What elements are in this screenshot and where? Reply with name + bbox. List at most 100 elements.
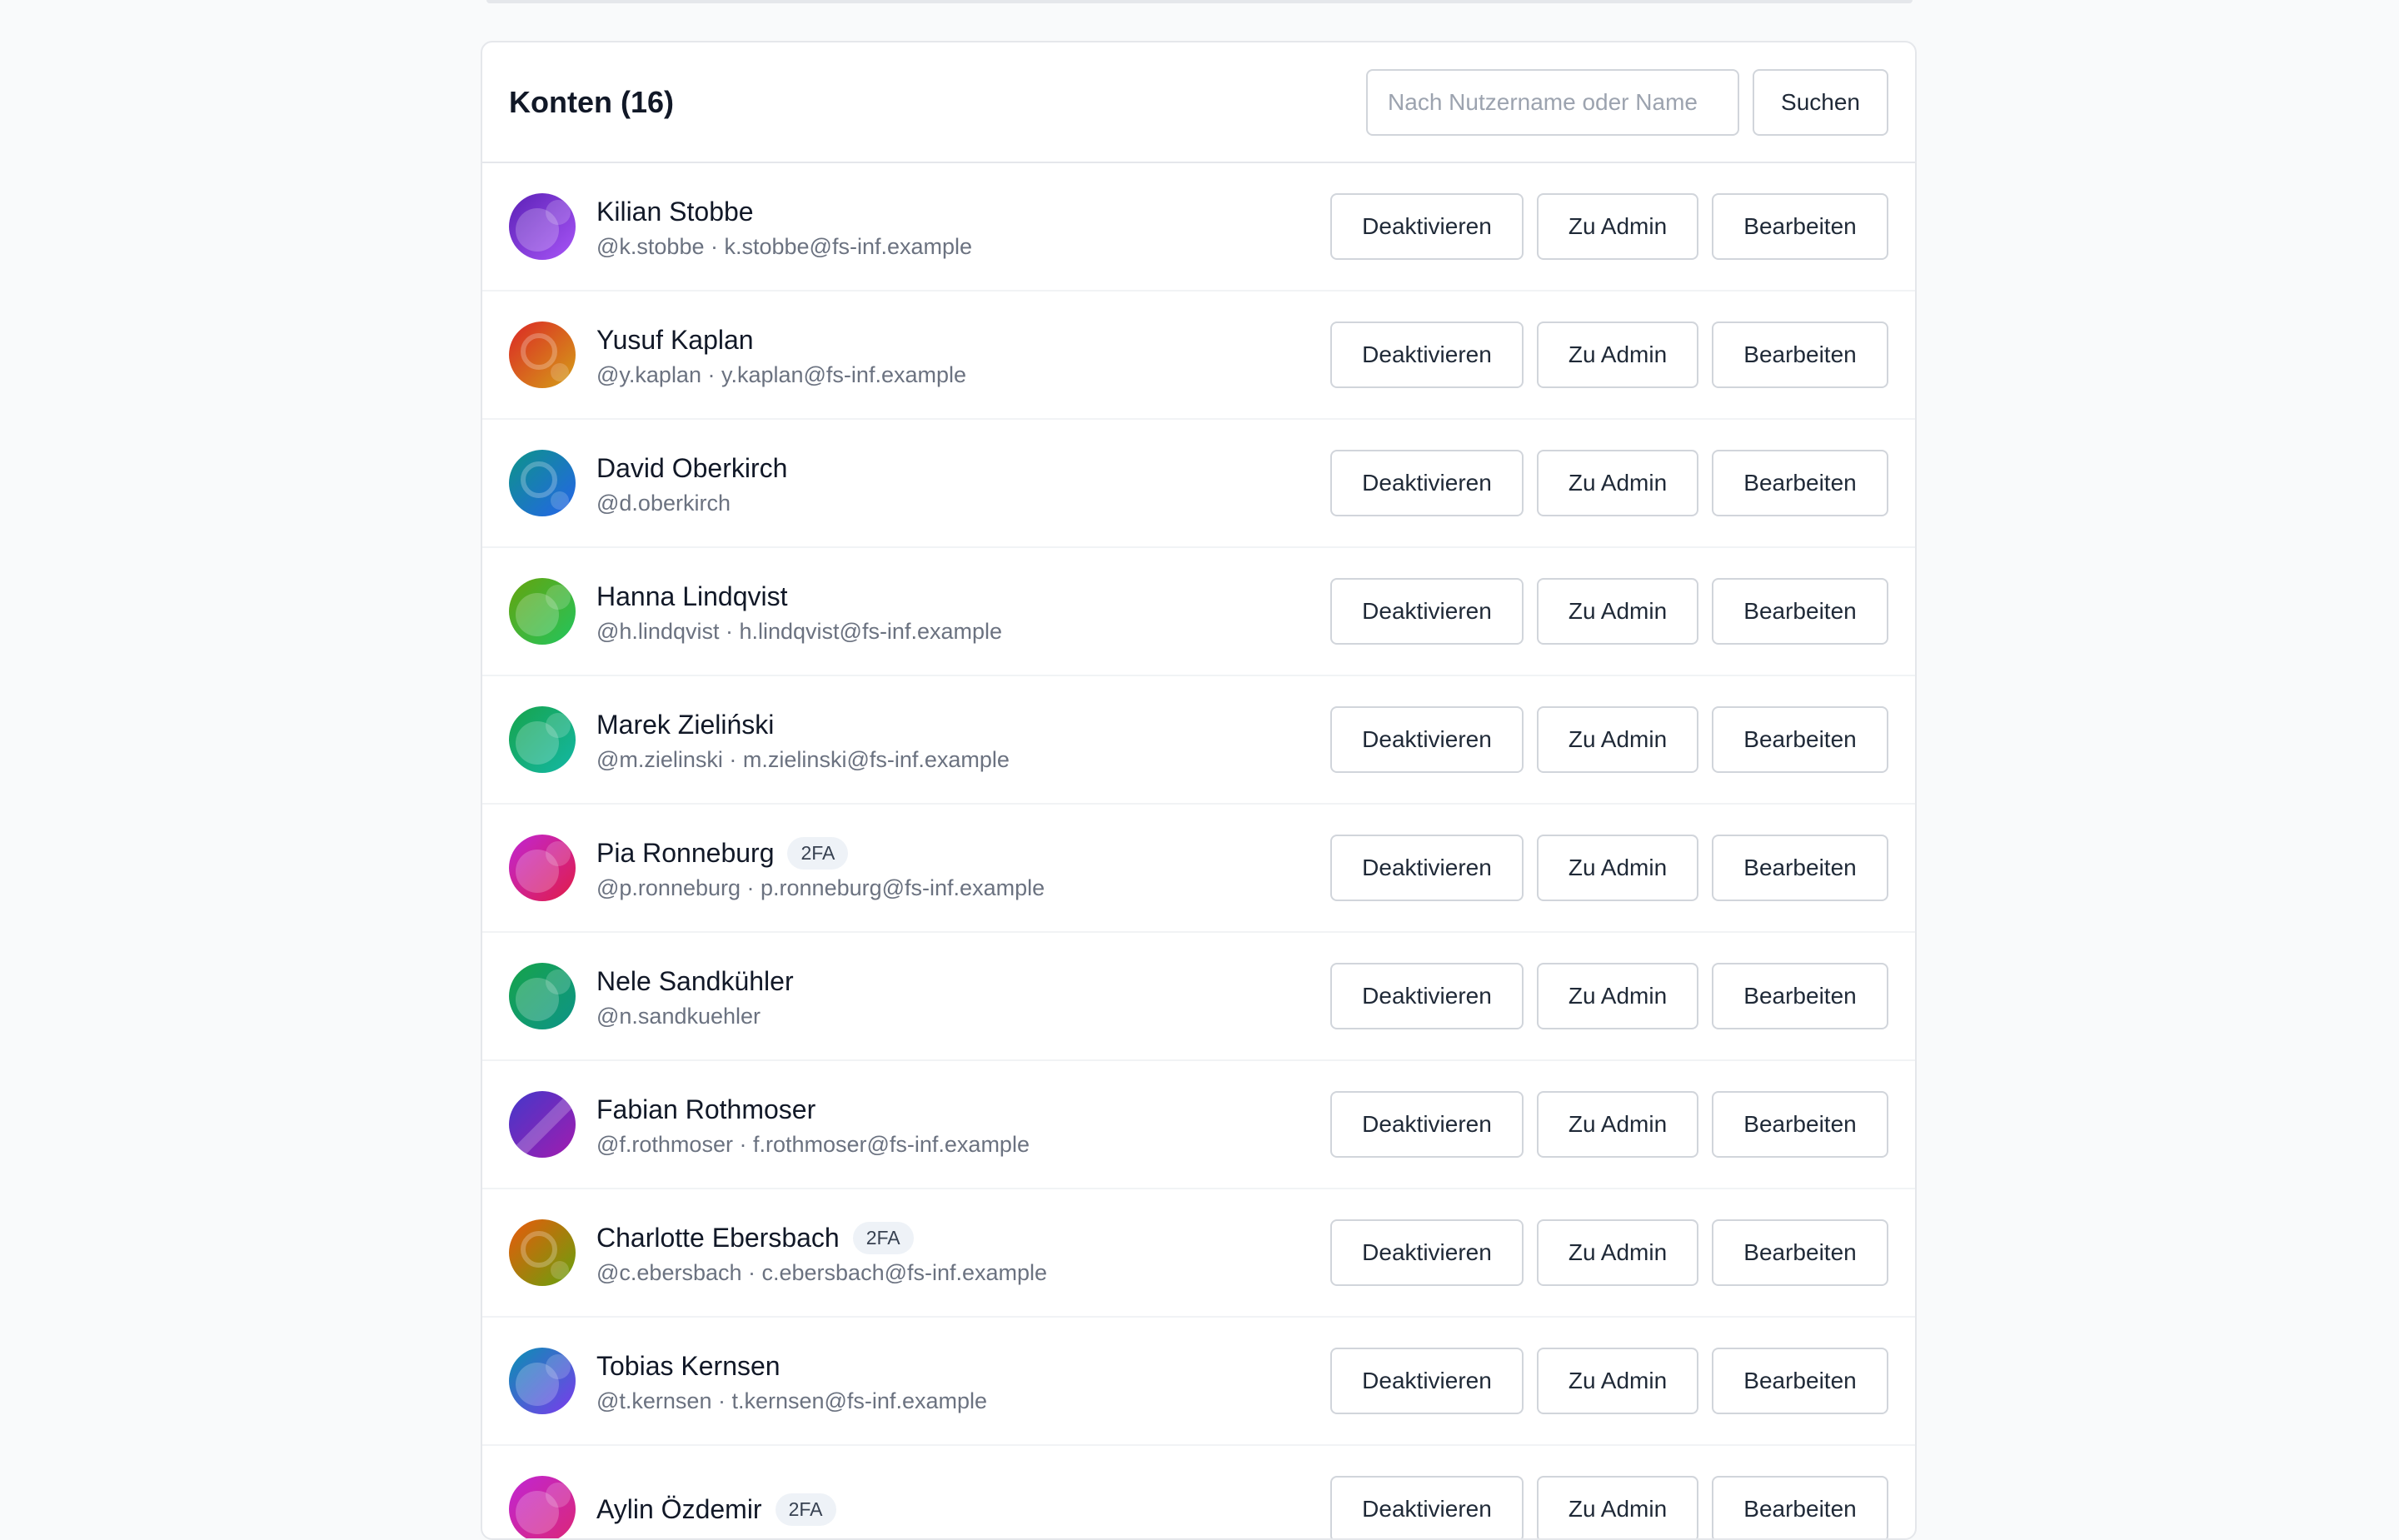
account-name: Tobias Kernsen: [596, 1351, 781, 1381]
deactivate-button[interactable]: Deaktivieren: [1330, 706, 1524, 773]
account-row: Fabian Rothmoser @f.rothmoser · f.rothmos…: [482, 1061, 1915, 1189]
make-admin-button[interactable]: Zu Admin: [1537, 706, 1698, 773]
panel-header: Konten (16) Suchen: [482, 42, 1915, 163]
edit-button[interactable]: Bearbeiten: [1712, 963, 1888, 1029]
account-name: David Oberkirch: [596, 453, 788, 483]
search-input[interactable]: [1366, 68, 1740, 136]
deactivate-button[interactable]: Deaktivieren: [1330, 963, 1524, 1029]
make-admin-button[interactable]: Zu Admin: [1537, 1476, 1698, 1538]
avatar: [509, 706, 576, 773]
account-row: Aylin Özdemir 2FA Deaktivieren Zu Admin Bear…: [482, 1446, 1915, 1538]
row-actions: Deaktivieren Zu Admin Bearbeiten: [1330, 1219, 1888, 1286]
avatar: [509, 1091, 576, 1158]
deactivate-button[interactable]: Deaktivieren: [1330, 1348, 1524, 1414]
make-admin-button[interactable]: Zu Admin: [1537, 963, 1698, 1029]
account-name: Marek Zieliński: [596, 710, 775, 740]
account-handle-email: @h.lindqvist · h.lindqvist@fs-inf.exampl…: [596, 618, 1003, 644]
make-admin-button[interactable]: Zu Admin: [1537, 1348, 1698, 1414]
make-admin-button[interactable]: Zu Admin: [1537, 835, 1698, 901]
account-name: Hanna Lindqvist: [596, 581, 788, 611]
name-line: Aylin Özdemir 2FA: [596, 1491, 1330, 1528]
account-handle-email: @t.kernsen · t.kernsen@fs-inf.example: [596, 1388, 987, 1413]
name-line: Kilian Stobbe: [596, 194, 1330, 231]
row-actions: Deaktivieren Zu Admin Bearbeiten: [1330, 963, 1888, 1029]
edit-button[interactable]: Bearbeiten: [1712, 1476, 1888, 1538]
name-line: Fabian Rothmoser: [596, 1092, 1330, 1129]
name-line: Hanna Lindqvist: [596, 579, 1330, 616]
avatar: [509, 450, 576, 516]
make-admin-button[interactable]: Zu Admin: [1537, 578, 1698, 645]
deactivate-button[interactable]: Deaktivieren: [1330, 1476, 1524, 1538]
deactivate-button[interactable]: Deaktivieren: [1330, 450, 1524, 516]
twofa-badge: 2FA: [852, 1222, 914, 1254]
account-name: Fabian Rothmoser: [596, 1094, 816, 1124]
account-info: Nele Sandkühler @n.sandkuehler: [596, 964, 1330, 1029]
account-row: Kilian Stobbe @k.stobbe · k.stobbe@fs-inf…: [482, 163, 1915, 292]
account-info: Aylin Özdemir 2FA: [596, 1491, 1330, 1528]
edit-button[interactable]: Bearbeiten: [1712, 321, 1888, 388]
account-row: David Oberkirch @d.oberkirch Deaktivieren Z…: [482, 420, 1915, 548]
account-row: Hanna Lindqvist @h.lindqvist · h.lindqvis…: [482, 548, 1915, 676]
top-divider: [486, 0, 1913, 3]
avatar: [509, 321, 576, 388]
search-button[interactable]: Suchen: [1753, 68, 1888, 136]
account-handle-email: @y.kaplan · y.kaplan@fs-inf.example: [596, 361, 966, 387]
page-title: Konten (16): [509, 84, 674, 119]
avatar: [509, 1476, 576, 1538]
deactivate-button[interactable]: Deaktivieren: [1330, 578, 1524, 645]
account-row: Nele Sandkühler @n.sandkuehler Deaktiviere…: [482, 933, 1915, 1061]
avatar: [509, 578, 576, 645]
account-list: Kilian Stobbe @k.stobbe · k.stobbe@fs-inf…: [482, 163, 1915, 1538]
account-info: Kilian Stobbe @k.stobbe · k.stobbe@fs-inf…: [596, 194, 1330, 260]
edit-button[interactable]: Bearbeiten: [1712, 1219, 1888, 1286]
row-actions: Deaktivieren Zu Admin Bearbeiten: [1330, 321, 1888, 388]
account-name: Aylin Özdemir: [596, 1493, 762, 1524]
account-handle-email: @c.ebersbach · c.ebersbach@fs-inf.exampl…: [596, 1259, 1048, 1285]
account-info: Fabian Rothmoser @f.rothmoser · f.rothmos…: [596, 1092, 1330, 1158]
make-admin-button[interactable]: Zu Admin: [1537, 450, 1698, 516]
account-row: Tobias Kernsen @t.kernsen · t.kernsen@fs-…: [482, 1318, 1915, 1446]
account-info: Tobias Kernsen @t.kernsen · t.kernsen@fs-…: [596, 1348, 1330, 1414]
account-info: Marek Zieliński @m.zielinski · m.zielinsk…: [596, 707, 1330, 773]
name-line: Tobias Kernsen: [596, 1348, 1330, 1385]
edit-button[interactable]: Bearbeiten: [1712, 835, 1888, 901]
account-name: Nele Sandkühler: [596, 966, 794, 996]
make-admin-button[interactable]: Zu Admin: [1537, 1219, 1698, 1286]
account-handle-email: @p.ronneburg · p.ronneburg@fs-inf.exampl…: [596, 875, 1045, 900]
twofa-badge: 2FA: [775, 1493, 836, 1526]
row-actions: Deaktivieren Zu Admin Bearbeiten: [1330, 835, 1888, 901]
edit-button[interactable]: Bearbeiten: [1712, 450, 1888, 516]
edit-button[interactable]: Bearbeiten: [1712, 1348, 1888, 1414]
account-handle-email: @n.sandkuehler: [596, 1003, 761, 1029]
account-info: Yusuf Kaplan @y.kaplan · y.kaplan@fs-inf.…: [596, 322, 1330, 388]
edit-button[interactable]: Bearbeiten: [1712, 706, 1888, 773]
row-actions: Deaktivieren Zu Admin Bearbeiten: [1330, 1091, 1888, 1158]
account-info: David Oberkirch @d.oberkirch: [596, 451, 1330, 516]
account-info: Pia Ronneburg 2FA @p.ronneburg · p.ronnebu…: [596, 835, 1330, 901]
deactivate-button[interactable]: Deaktivieren: [1330, 1219, 1524, 1286]
deactivate-button[interactable]: Deaktivieren: [1330, 1091, 1524, 1158]
edit-button[interactable]: Bearbeiten: [1712, 1091, 1888, 1158]
account-handle-email: @f.rothmoser · f.rothmoser@fs-inf.exampl…: [596, 1131, 1030, 1157]
row-actions: Deaktivieren Zu Admin Bearbeiten: [1330, 578, 1888, 645]
deactivate-button[interactable]: Deaktivieren: [1330, 835, 1524, 901]
edit-button[interactable]: Bearbeiten: [1712, 193, 1888, 260]
account-info: Charlotte Ebersbach 2FA @c.ebersbach · c.e…: [596, 1220, 1330, 1286]
name-line: Nele Sandkühler: [596, 964, 1330, 1000]
row-actions: Deaktivieren Zu Admin Bearbeiten: [1330, 193, 1888, 260]
deactivate-button[interactable]: Deaktivieren: [1330, 321, 1524, 388]
row-actions: Deaktivieren Zu Admin Bearbeiten: [1330, 450, 1888, 516]
avatar: [509, 193, 576, 260]
make-admin-button[interactable]: Zu Admin: [1537, 1091, 1698, 1158]
account-name: Kilian Stobbe: [596, 197, 754, 227]
name-line: Yusuf Kaplan: [596, 322, 1330, 359]
make-admin-button[interactable]: Zu Admin: [1537, 193, 1698, 260]
name-line: Marek Zieliński: [596, 707, 1330, 744]
deactivate-button[interactable]: Deaktivieren: [1330, 193, 1524, 260]
edit-button[interactable]: Bearbeiten: [1712, 578, 1888, 645]
name-line: Pia Ronneburg 2FA: [596, 835, 1330, 872]
account-handle-email: @d.oberkirch: [596, 490, 731, 516]
make-admin-button[interactable]: Zu Admin: [1537, 321, 1698, 388]
account-row: Charlotte Ebersbach 2FA @c.ebersbach · c.e…: [482, 1189, 1915, 1318]
row-actions: Deaktivieren Zu Admin Bearbeiten: [1330, 1476, 1888, 1538]
